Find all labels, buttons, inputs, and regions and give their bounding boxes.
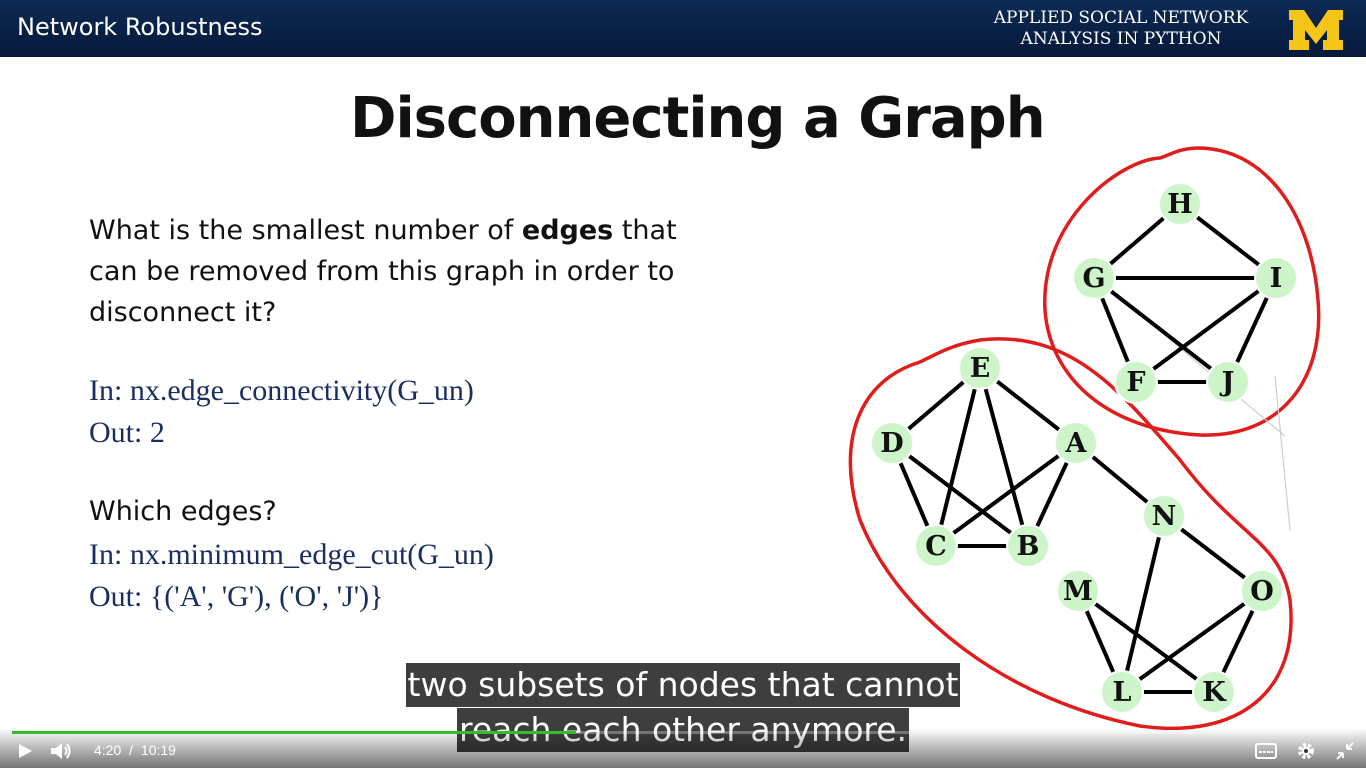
time-separator: / (129, 742, 134, 758)
node-label: F (1126, 367, 1145, 398)
caption-line-1: two subsets of nodes that cannot (0, 663, 1366, 707)
node-label: E (970, 353, 991, 384)
slide-header: Network Robustness APPLIED SOCIAL NETWOR… (0, 0, 1366, 57)
code-1-out: Out: 2 (89, 416, 165, 449)
node-e: E (958, 346, 1002, 390)
code-1-in: In: nx.edge_connectivity(G_un) (89, 374, 474, 407)
captions-icon[interactable] (1255, 742, 1277, 760)
graph-nodes: HG IF JED ANC BM OL K (870, 182, 1298, 714)
question-part-1: What is the smallest number of (89, 215, 522, 246)
time-display: 4:20 / 10:19 (94, 742, 176, 758)
node-label: N (1152, 501, 1177, 532)
node-o: O (1240, 569, 1284, 613)
course-line-1: APPLIED SOCIAL NETWORK (993, 8, 1249, 28)
node-label: G (1082, 263, 1105, 294)
question-bold: edges (521, 215, 614, 246)
node-b: B (1006, 524, 1050, 568)
michigan-logo-icon (1289, 10, 1343, 50)
node-label: B (1017, 531, 1040, 562)
course-line-2: ANALYSIS IN PYTHON (1020, 29, 1222, 49)
node-n: N (1142, 494, 1186, 538)
play-icon[interactable] (16, 742, 34, 760)
code-2-in: In: nx.minimum_edge_cut(G_un) (89, 538, 494, 571)
question-text: What is the smallest number of edges tha… (89, 210, 729, 333)
node-c: C (914, 524, 958, 568)
node-label: J (1220, 367, 1235, 398)
progress-played (12, 731, 576, 734)
node-label: I (1270, 263, 1283, 294)
volume-icon[interactable] (49, 741, 73, 761)
node-j: J (1206, 360, 1250, 404)
node-g: G (1072, 256, 1116, 300)
current-time: 4:20 (94, 742, 122, 758)
header-title: Network Robustness (17, 13, 263, 41)
node-label: M (1063, 576, 1093, 607)
node-d: D (870, 421, 914, 465)
node-a: A (1054, 421, 1098, 465)
edge-e-b (978, 367, 1030, 547)
node-label: O (1250, 576, 1274, 607)
duration: 10:19 (140, 742, 176, 758)
player-controls (0, 728, 1366, 768)
caption-text-1: two subsets of nodes that cannot (405, 663, 961, 707)
course-title: APPLIED SOCIAL NETWORK ANALYSIS IN PYTHO… (985, 8, 1257, 50)
network-graph: HG IF JED ANC BM OL K (848, 146, 1321, 730)
node-f: F (1114, 360, 1158, 404)
node-m: M (1056, 569, 1100, 613)
which-edges-text: Which edges? (89, 496, 277, 527)
exit-fullscreen-icon[interactable] (1335, 741, 1355, 761)
progress-bar[interactable] (12, 731, 1354, 734)
settings-gear-icon[interactable] (1296, 741, 1316, 761)
node-label: H (1167, 189, 1193, 220)
node-label: C (925, 531, 947, 562)
node-label: A (1065, 428, 1088, 459)
node-i: I (1254, 256, 1298, 300)
node-label: D (880, 428, 903, 459)
node-h: H (1158, 182, 1202, 226)
code-2-out: Out: {('A', 'G'), ('O', 'J')} (89, 580, 384, 613)
